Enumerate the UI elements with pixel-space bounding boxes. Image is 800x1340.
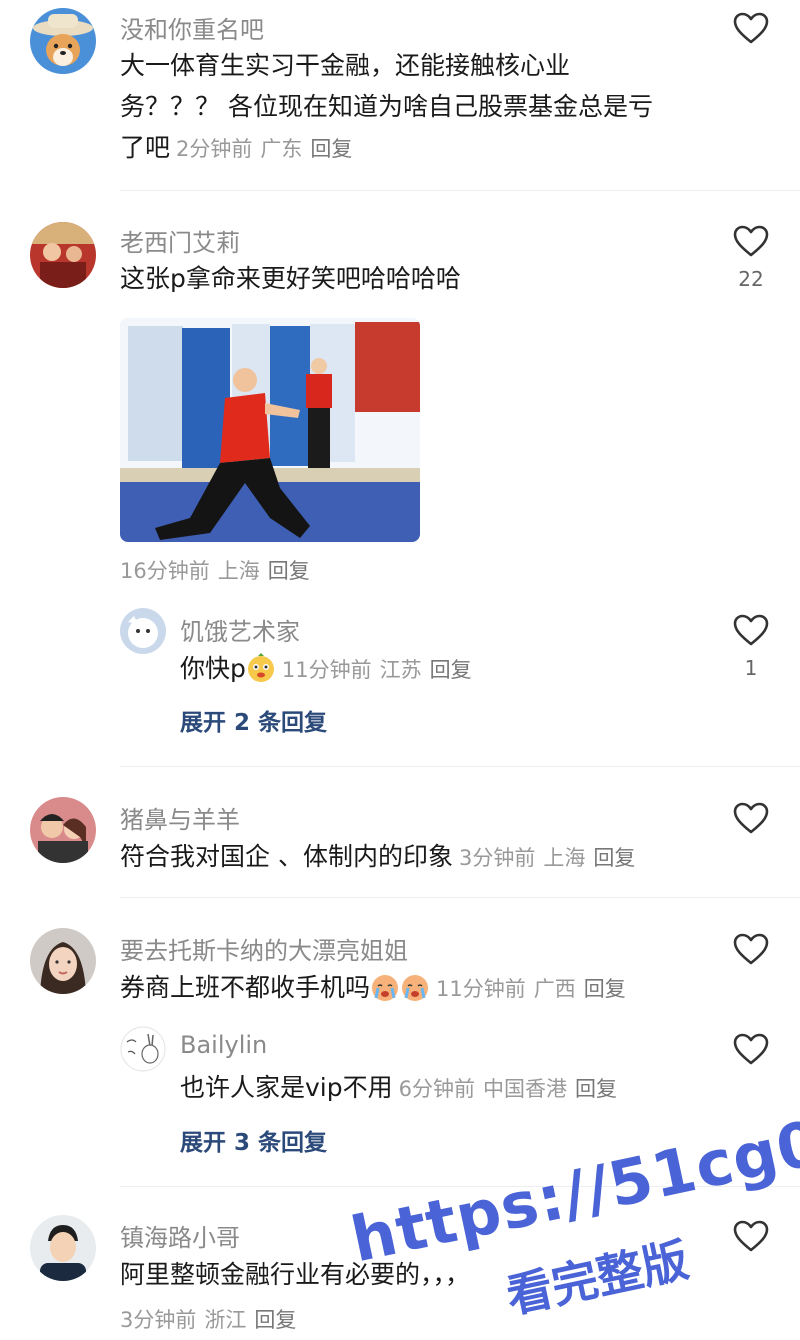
like-heart-icon[interactable] — [733, 12, 769, 44]
timestamp: 2分钟前 — [176, 137, 253, 161]
timestamp: 16分钟前 — [120, 559, 210, 583]
comment-text: 这张p拿命来更好笑吧哈哈哈哈 — [120, 264, 461, 293]
like-count: 1 — [744, 656, 758, 680]
timestamp: 11分钟前 — [436, 977, 526, 1001]
reply-button[interactable]: 回复 — [593, 846, 635, 870]
reply-button[interactable]: 回复 — [268, 559, 310, 583]
comment-meta: 11分钟前 江苏 回复 — [282, 658, 480, 682]
timestamp: 3分钟前 — [120, 1308, 197, 1332]
location: 江苏 — [379, 658, 422, 682]
reply-text: 你快p — [180, 654, 246, 683]
like-heart-icon[interactable] — [733, 614, 769, 646]
like-heart-icon[interactable] — [733, 802, 769, 834]
comment-item: 没和你重名吧 大一体育生实习干金融，还能接触核心业 务？？？ 各位现在知道为啥自… — [0, 0, 800, 190]
comment-meta: 11分钟前 广西 回复 — [436, 977, 634, 1001]
username[interactable]: 要去托斯卡纳的大漂亮姐姐 — [120, 931, 408, 966]
comment-text: 你快p 11分钟前 江苏 回复 — [180, 648, 480, 691]
username[interactable]: Bailylin — [180, 1031, 267, 1059]
comment-line: 了吧 2分钟前 广东 回复 — [120, 127, 710, 170]
comment-photo[interactable] — [120, 318, 420, 542]
comment-line: 务？？？ 各位现在知道为啥自己股票基金总是亏 — [120, 92, 653, 121]
user-avatar[interactable] — [120, 1026, 166, 1072]
user-avatar[interactable] — [30, 8, 96, 74]
comment-line: 符合我对国企 、体制内的印象 — [120, 842, 453, 871]
comment-text: 券商上班不都收手机吗 11分钟前 广西 回复 — [120, 967, 634, 1010]
reply-text: 也许人家是vip不用 — [180, 1073, 393, 1102]
expand-replies-button[interactable]: 展开 2 条回复 — [180, 703, 327, 737]
reply-button[interactable]: 回复 — [584, 977, 626, 1001]
reply-button[interactable]: 回复 — [430, 658, 472, 682]
username[interactable]: 猪鼻与羊羊 — [120, 800, 240, 835]
user-avatar[interactable] — [30, 1215, 96, 1281]
like-heart-icon[interactable] — [733, 1033, 769, 1065]
divider — [120, 190, 800, 191]
crying-emoji-icon — [372, 975, 399, 1001]
comment-text: 符合我对国企 、体制内的印象 3分钟前 上海 回复 — [120, 836, 643, 879]
like-heart-icon[interactable] — [733, 933, 769, 965]
like-heart-icon[interactable] — [733, 1220, 769, 1252]
comment-text: 也许人家是vip不用 6分钟前 中国香港 回复 — [180, 1067, 625, 1110]
comment-line: 大一体育生实习干金融，还能接触核心业 — [120, 51, 571, 80]
user-avatar[interactable] — [120, 608, 166, 654]
reply-button[interactable]: 回复 — [254, 1308, 296, 1332]
comment-meta: 16分钟前 上海 回复 — [120, 555, 318, 585]
user-avatar[interactable] — [30, 797, 96, 863]
timestamp: 11分钟前 — [281, 658, 372, 682]
location: 上海 — [543, 846, 586, 870]
username[interactable]: 饥饿艺术家 — [180, 612, 300, 647]
comment-text: 大一体育生实习干金融，还能接触核心业 务？？？ 各位现在知道为啥自己股票基金总是… — [120, 45, 710, 170]
user-avatar[interactable] — [30, 928, 96, 994]
timestamp: 3分钟前 — [458, 846, 536, 870]
divider — [120, 766, 800, 767]
comment-meta: 2分钟前 广东 回复 — [176, 137, 360, 161]
location: 上海 — [217, 559, 260, 583]
divider — [120, 897, 800, 898]
username[interactable]: 没和你重名吧 — [120, 10, 264, 45]
username[interactable]: 老西门艾莉 — [120, 223, 240, 258]
location: 广西 — [533, 977, 576, 1001]
comment-line: 券商上班不都收手机吗 — [120, 973, 371, 1002]
expand-replies-button[interactable]: 展开 3 条回复 — [180, 1123, 327, 1157]
user-avatar[interactable] — [30, 222, 96, 288]
crying-emoji-icon — [402, 975, 429, 1001]
emoji-icon — [247, 653, 274, 682]
like-heart-icon[interactable] — [733, 225, 769, 257]
like-count: 22 — [738, 267, 764, 291]
reply-button[interactable]: 回复 — [575, 1077, 617, 1101]
location: 浙江 — [204, 1308, 247, 1332]
reply-button[interactable]: 回复 — [310, 137, 352, 161]
comment-meta: 3分钟前 浙江 回复 — [120, 1304, 304, 1334]
location: 广东 — [260, 137, 303, 161]
comment-meta: 6分钟前 中国香港 回复 — [399, 1077, 625, 1101]
location: 中国香港 — [483, 1077, 567, 1101]
timestamp: 6分钟前 — [398, 1077, 475, 1101]
comment-meta: 3分钟前 上海 回复 — [459, 846, 643, 870]
username[interactable]: 镇海路小哥 — [120, 1218, 240, 1253]
